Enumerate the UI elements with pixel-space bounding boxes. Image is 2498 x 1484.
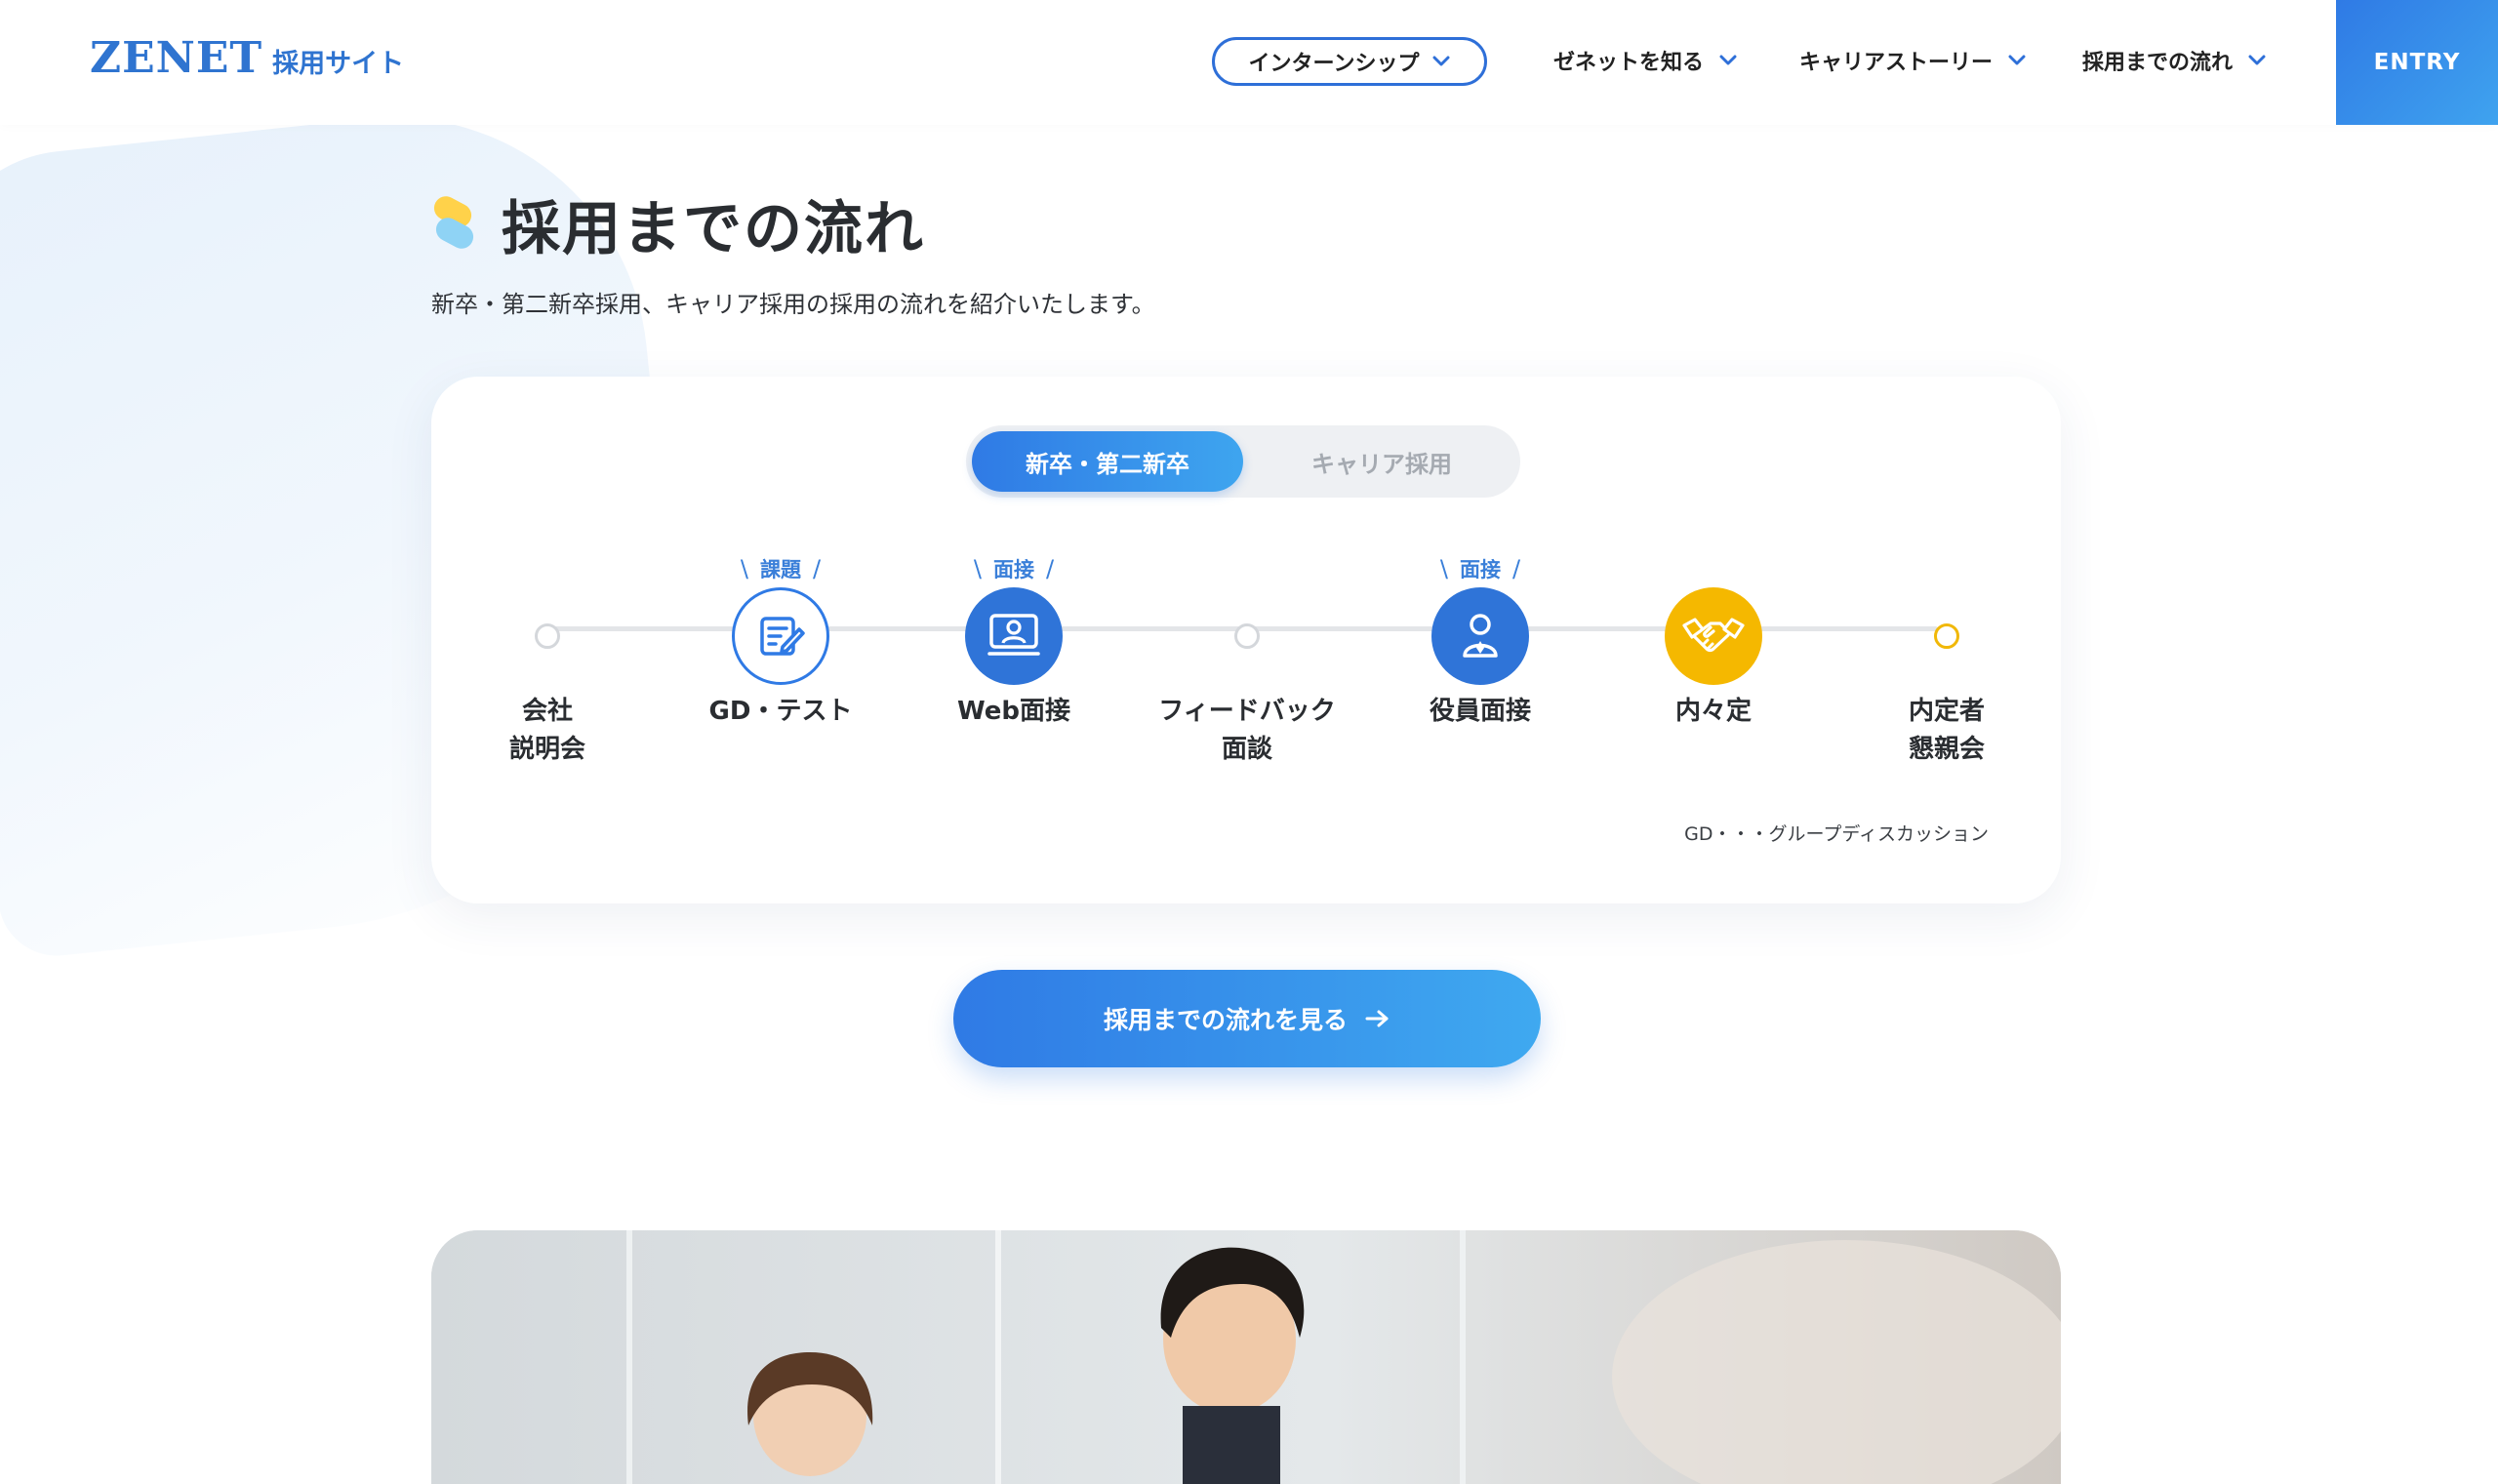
step-label: 役員面接 [1429,697,1531,726]
chevron-down-icon [1719,55,1737,65]
step-label: GD・テスト [708,697,853,726]
step-executive-interview: \ 面接 / 役員面接 [1373,552,1588,731]
logo-subtitle: 採用サイト [272,49,405,79]
step-badge: \ 課題 / [740,555,822,582]
tab-new-graduate[interactable]: 新卒・第二新卒 [972,431,1243,492]
office-photo-illustration [431,1230,2061,1484]
nav-career-story[interactable]: キャリアストーリー [1799,45,2026,76]
step-badge [1839,552,2054,585]
step-badge: \ 面接 / [1439,555,1521,582]
nav-internship-label: インターンシップ [1248,52,1420,76]
gd-footnote: GD・・・グループディスカッション [1684,823,1989,845]
page-title: 採用までの流れ [502,195,925,263]
step-label: Web面接 [957,697,1070,726]
pencil-note-icon [732,587,829,685]
step-badge [1606,552,1821,585]
step-informal-offer: 内々定 [1606,552,1821,731]
tab-switcher: 新卒・第二新卒 キャリア採用 [966,425,1520,498]
step-label: フィードバック 面談 [1158,697,1336,764]
site-header: ZENET 採用サイト インターンシップ ゼネットを知る キャリアストーリー 採… [0,0,2498,125]
computer-user-icon [965,587,1063,685]
step-company-briefing: 会社 説明会 [440,552,655,769]
step-badge [1140,552,1354,585]
flow-card: 新卒・第二新卒 キャリア採用 会社 説明会 \ 課題 / GD・テスト \ 面接… [431,377,2061,903]
office-photo [431,1230,2061,1484]
nav-about[interactable]: ゼネットを知る [1553,45,1737,76]
nav-flow-label: 採用までの流れ [2082,51,2234,75]
nav-career-story-label: キャリアストーリー [1799,51,1994,75]
chevron-down-icon [2008,55,2026,65]
step-label: 内定者 懇親会 [1908,697,1985,764]
nav-flow[interactable]: 採用までの流れ [2082,45,2266,76]
step-gd-test: \ 課題 / GD・テスト [673,552,888,731]
lead-text: 新卒・第二新卒採用、キャリア採用の採用の流れを紹介いたします。 [431,291,1155,318]
handshake-icon [1665,587,1762,685]
step-dot [1234,623,1260,649]
step-feedback-meeting: フィードバック 面談 [1140,552,1354,769]
person-icon [1431,587,1529,685]
step-badge: \ 面接 / [973,555,1055,582]
chevron-down-icon [2248,55,2266,65]
step-web-interview: \ 面接 / Web面接 [907,552,1121,731]
chevron-down-icon [1432,56,1450,66]
section-heading: 採用までの流れ [429,181,925,266]
site-logo[interactable]: ZENET 採用サイト [90,33,404,83]
step-dot [535,623,560,649]
step-label: 内々定 [1674,697,1752,726]
step-dot [1934,623,1959,649]
entry-button[interactable]: ENTRY [2336,0,2498,125]
step-label: 会社 説明会 [508,697,585,764]
step-badge [440,552,655,585]
step-offer-social: 内定者 懇親会 [1839,552,2054,769]
nav-internship[interactable]: インターンシップ [1212,37,1487,86]
logo-wordmark: ZENET [90,33,263,83]
arrow-right-icon [1365,1010,1389,1027]
title-accent-icon [433,195,474,249]
tab-career[interactable]: キャリア採用 [1249,431,1514,492]
view-flow-button[interactable]: 採用までの流れを見る [953,970,1541,1067]
view-flow-label: 採用までの流れを見る [1103,1006,1348,1034]
nav-about-label: ゼネットを知る [1553,51,1705,75]
